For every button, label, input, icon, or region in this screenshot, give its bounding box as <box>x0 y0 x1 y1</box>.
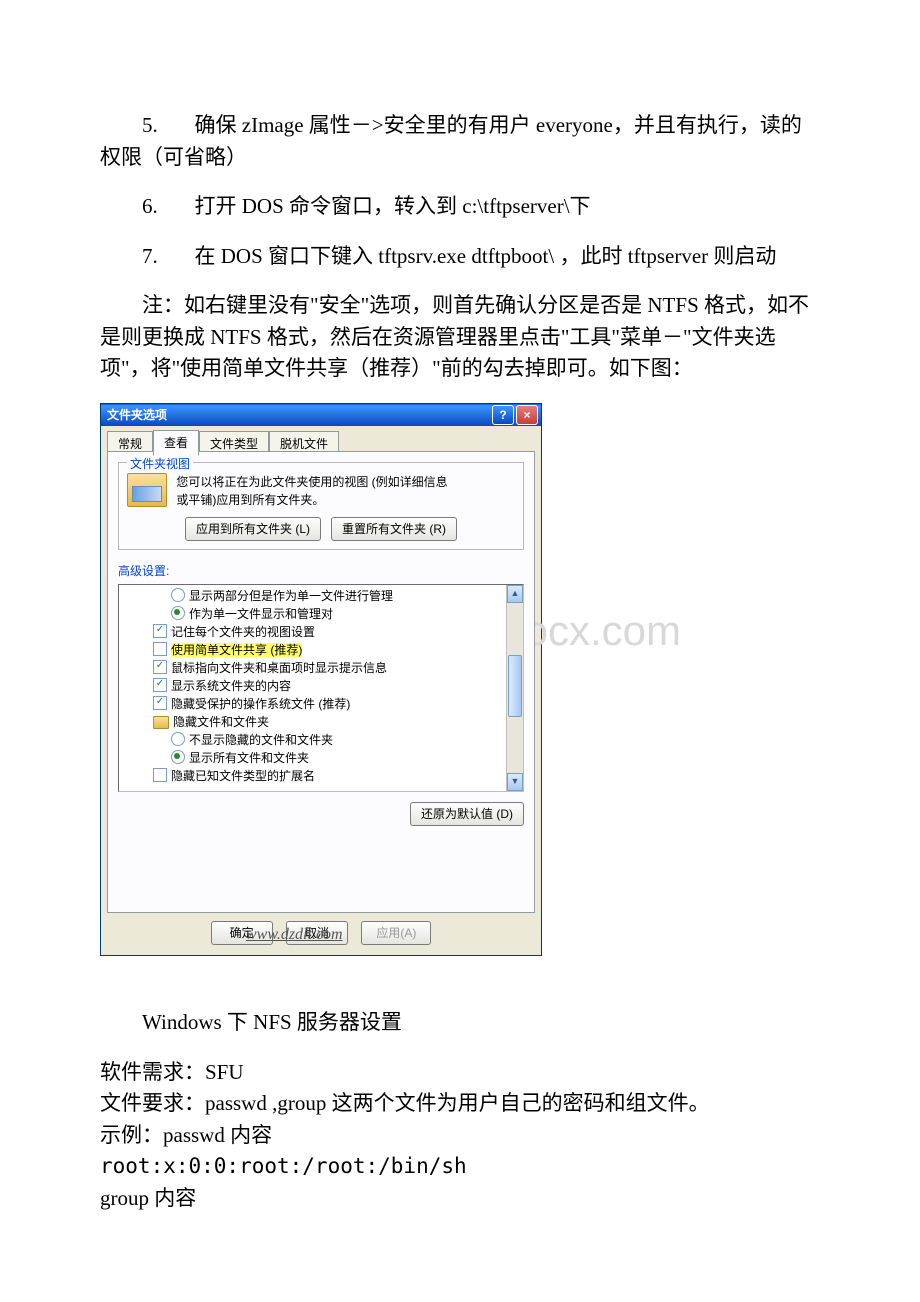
url-watermark: www.dzdlt.com <box>246 923 343 947</box>
help-button[interactable]: ? <box>492 405 514 425</box>
step-5: 5. 确保 zImage 属性－>安全里的有用户 everyone，并且有执行，… <box>100 110 820 173</box>
step-text: 在 DOS 窗口下键入 tftpsrv.exe dtftpboot\ ，此时 t… <box>195 244 777 268</box>
group-label: 文件夹视图 <box>127 455 193 473</box>
checkbox-icon[interactable]: ✓ <box>153 696 167 710</box>
list-item[interactable]: 显示所有文件和文件夹 <box>123 749 519 767</box>
radio-icon[interactable] <box>171 588 185 602</box>
scrollbar[interactable]: ▲ ▼ <box>506 585 523 791</box>
scroll-up-arrow[interactable]: ▲ <box>507 585 523 603</box>
step-number: 6. <box>142 194 158 218</box>
checkbox-icon[interactable]: ✓ <box>153 678 167 692</box>
radio-icon[interactable] <box>171 750 185 764</box>
radio-icon[interactable] <box>171 732 185 746</box>
scroll-down-arrow[interactable]: ▼ <box>507 773 523 791</box>
checkbox-icon[interactable]: ✓ <box>153 624 167 638</box>
advanced-settings-list[interactable]: 显示两部分但是作为单一文件进行管理 作为单一文件显示和管理对 ✓记住每个文件夹的… <box>118 584 524 792</box>
view-description: 您可以将正在为此文件夹使用的视图 (例如详细信息或平铺)应用到所有文件夹。 <box>176 473 456 509</box>
folder-options-dialog: .bdocx.com ↖ 文件夹选项 ? × 常规查看文件类型脱机文件 文件夹视… <box>100 403 542 956</box>
step-number: 5. <box>142 113 158 137</box>
step-number: 7. <box>142 244 158 268</box>
list-item[interactable]: ✓ 使用简单文件共享 (推荐) <box>123 641 519 659</box>
advanced-settings-label: 高级设置: <box>118 562 524 580</box>
passwd-content: root:x:0:0:root:/root:/bin/sh <box>100 1151 820 1183</box>
dialog-titlebar[interactable]: 文件夹选项 ? × <box>101 404 541 426</box>
list-item[interactable]: ✓鼠标指向文件夹和桌面项时显示提示信息 <box>123 659 519 677</box>
close-button[interactable]: × <box>516 405 538 425</box>
document-page: 5. 确保 zImage 属性－>安全里的有用户 everyone，并且有执行，… <box>0 0 920 1274</box>
tab-panel-view: 文件夹视图 您可以将正在为此文件夹使用的视图 (例如详细信息或平铺)应用到所有文… <box>107 451 535 913</box>
checkbox-icon[interactable]: ✓ <box>153 642 167 656</box>
list-item[interactable]: 作为单一文件显示和管理对 <box>123 605 519 623</box>
file-req: 文件要求：passwd ,group 这两个文件为用户自己的密码和组文件。 <box>100 1088 820 1120</box>
folder-icon <box>127 473 167 507</box>
step-7: 7. 在 DOS 窗口下键入 tftpsrv.exe dtftpboot\ ，此… <box>100 241 820 273</box>
folder-view-group: 文件夹视图 您可以将正在为此文件夹使用的视图 (例如详细信息或平铺)应用到所有文… <box>118 462 524 550</box>
step-6: 6. 打开 DOS 命令窗口，转入到 c:\tftpserver\下 <box>100 191 820 223</box>
apply-all-folders-button[interactable]: 应用到所有文件夹 (L) <box>185 517 321 541</box>
step-text: 打开 DOS 命令窗口，转入到 c:\tftpserver\下 <box>195 194 591 218</box>
note-paragraph: 注：如右键里没有"安全"选项，则首先确认分区是否是 NTFS 格式，如不是则更换… <box>100 290 820 385</box>
dialog-buttons: 确定 取消 www.dzdlt.com 应用(A) <box>107 913 535 949</box>
folder-small-icon <box>153 716 169 729</box>
software-req: 软件需求：SFU <box>100 1057 820 1089</box>
list-item[interactable]: 不显示隐藏的文件和文件夹 <box>123 731 519 749</box>
list-item[interactable]: 显示两部分但是作为单一文件进行管理 <box>123 587 519 605</box>
step-text: 确保 zImage 属性－>安全里的有用户 everyone，并且有执行，读的权… <box>100 113 802 169</box>
list-item[interactable]: 隐藏文件和文件夹 <box>123 713 519 731</box>
restore-defaults-button[interactable]: 还原为默认值 (D) <box>410 802 524 826</box>
radio-icon[interactable] <box>171 606 185 620</box>
example-label: 示例：passwd 内容 <box>100 1120 820 1152</box>
list-item[interactable]: ✓隐藏已知文件类型的扩展名 <box>123 767 519 785</box>
dialog-body: 常规查看文件类型脱机文件 文件夹视图 您可以将正在为此文件夹使用的视图 (例如详… <box>101 426 541 955</box>
apply-button[interactable]: 应用(A) <box>361 921 431 945</box>
tab-strip: 常规查看文件类型脱机文件 <box>107 430 535 452</box>
list-item[interactable]: ✓隐藏受保护的操作系统文件 (推荐) <box>123 695 519 713</box>
list-item[interactable]: ✓记住每个文件夹的视图设置 <box>123 623 519 641</box>
dialog-title: 文件夹选项 <box>107 404 167 426</box>
reset-all-folders-button[interactable]: 重置所有文件夹 (R) <box>331 517 457 541</box>
nfs-heading: Windows 下 NFS 服务器设置 <box>100 1007 820 1039</box>
group-label-text: group 内容 <box>100 1183 820 1215</box>
list-item[interactable]: ✓显示系统文件夹的内容 <box>123 677 519 695</box>
tab-view[interactable]: 查看 <box>153 430 199 456</box>
simple-sharing-option: 使用简单文件共享 (推荐) <box>171 643 302 657</box>
checkbox-icon[interactable]: ✓ <box>153 768 167 782</box>
checkbox-icon[interactable]: ✓ <box>153 660 167 674</box>
scroll-thumb[interactable] <box>508 655 522 717</box>
